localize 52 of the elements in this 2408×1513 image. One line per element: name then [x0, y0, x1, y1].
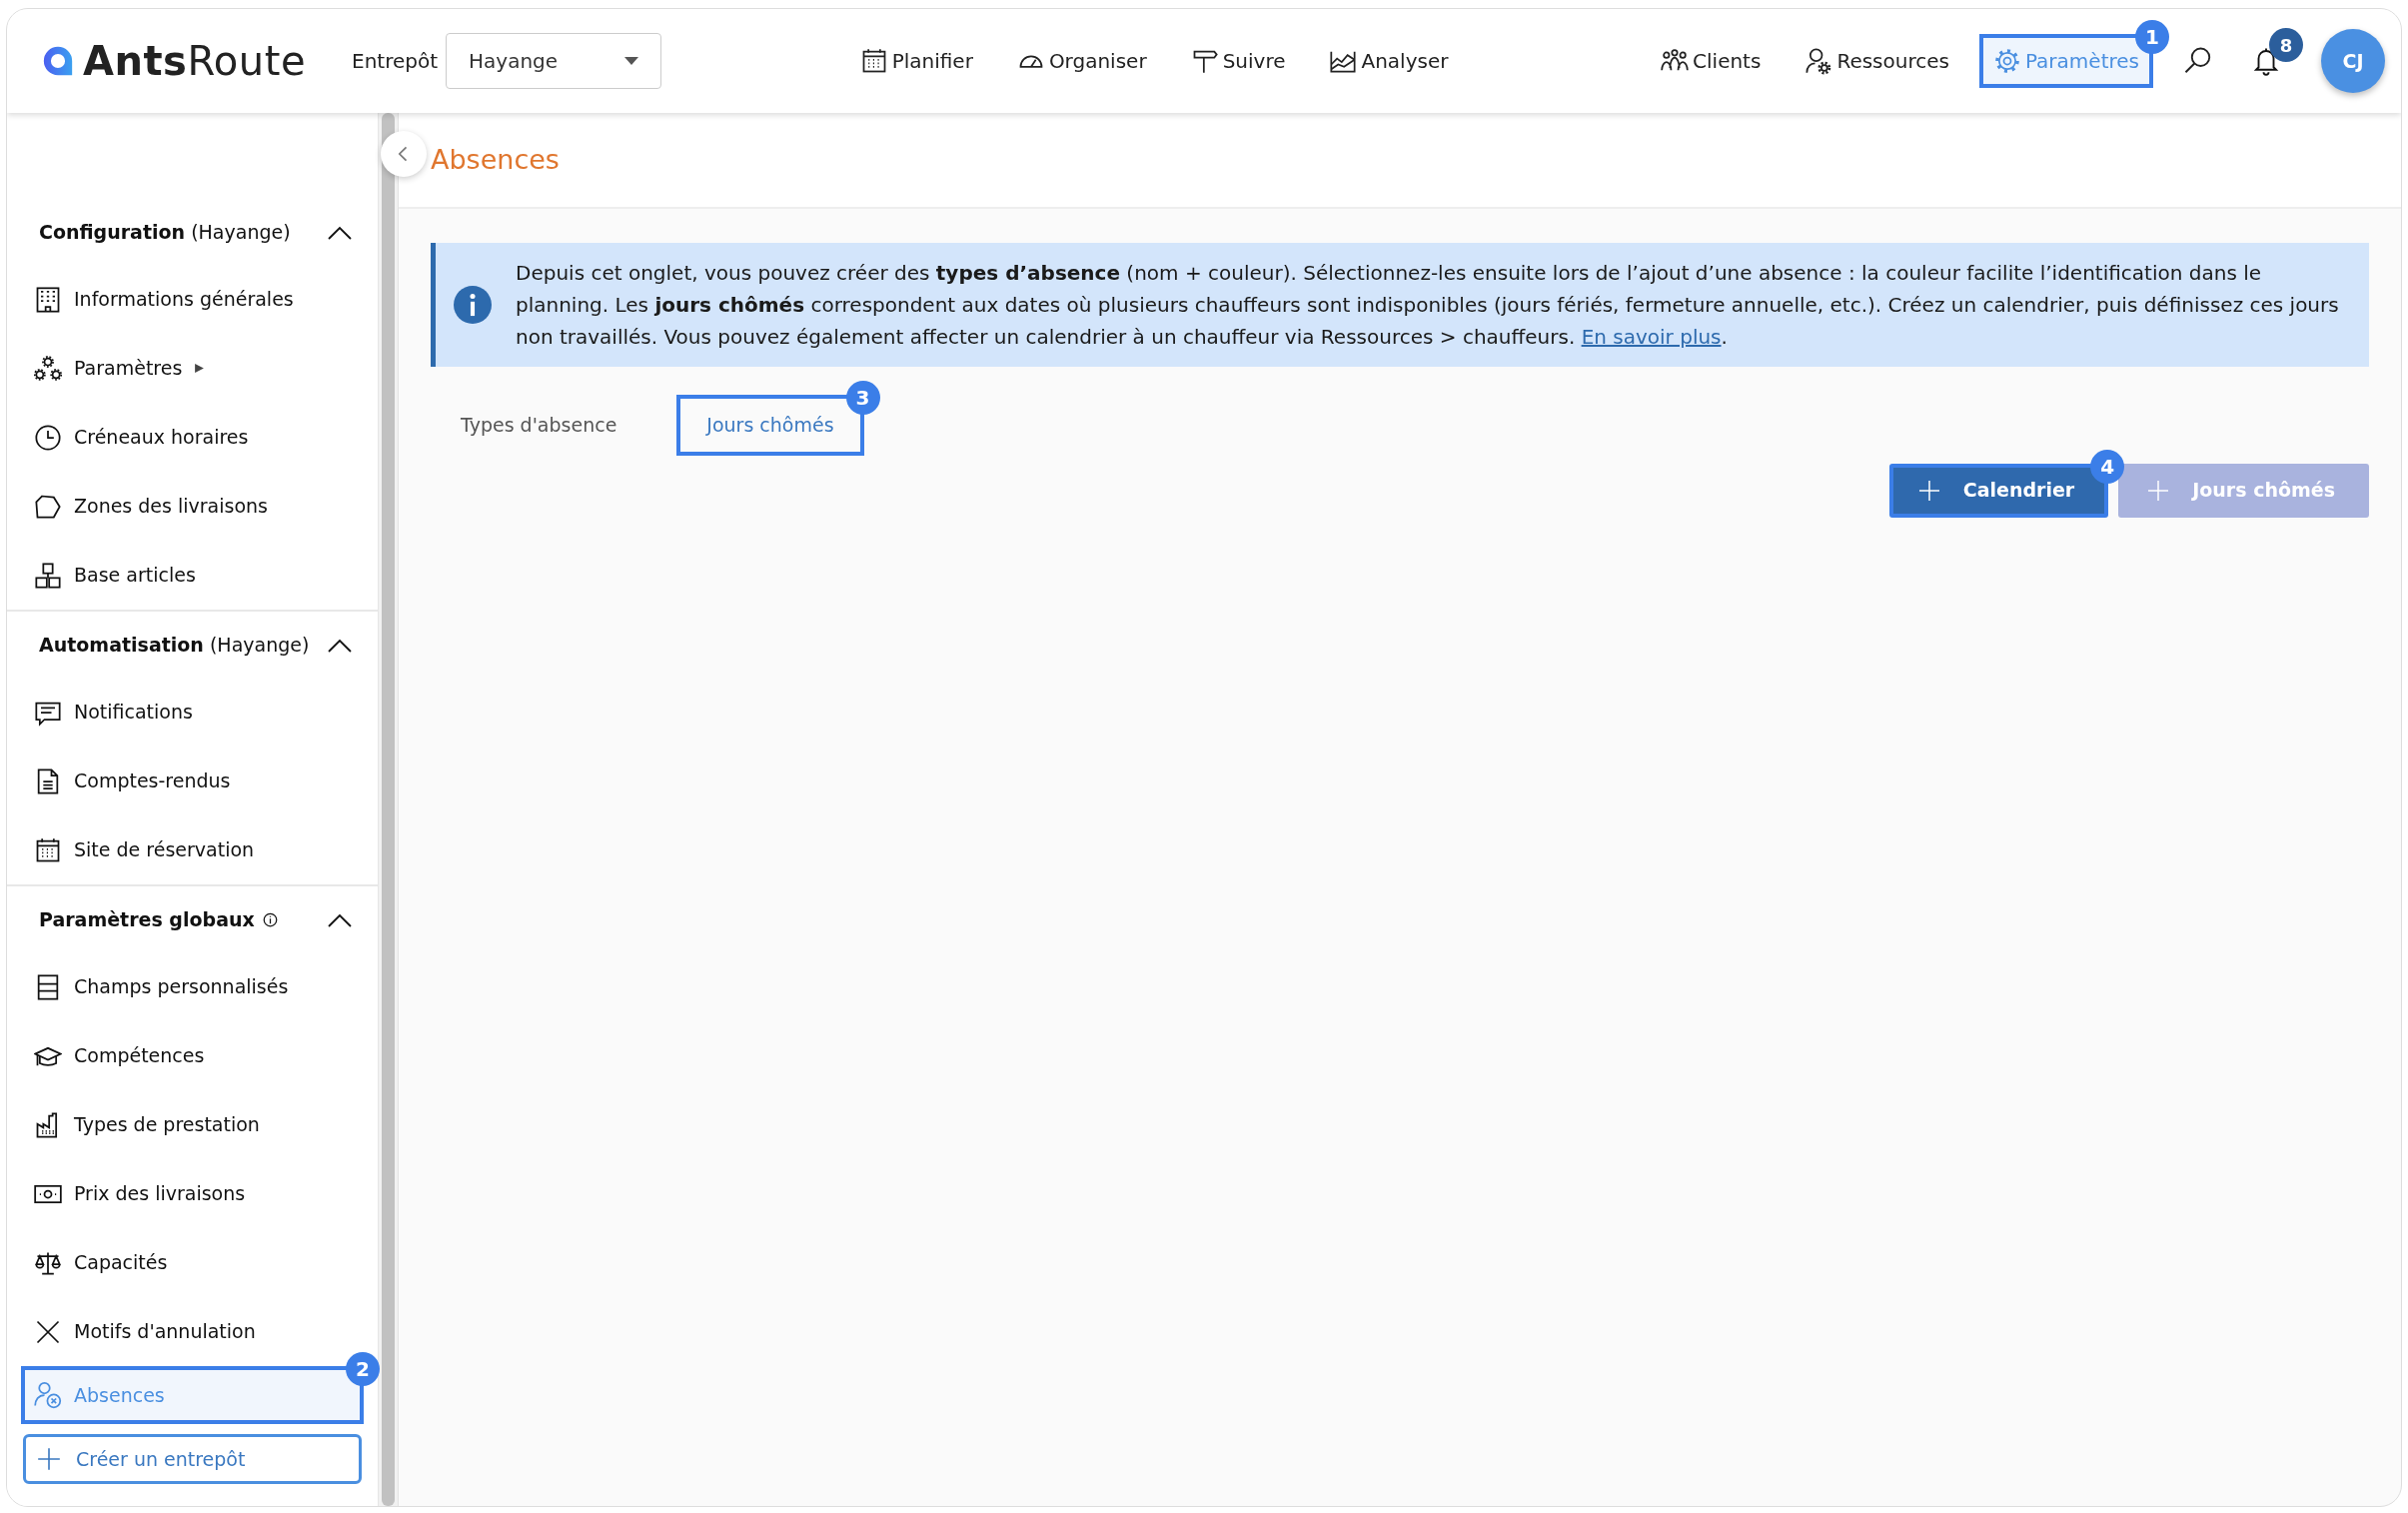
sidebar-item[interactable]: Créneaux horaires	[7, 403, 370, 472]
info-text: Depuis cet onglet, vous pouvez créer des types d’absence (nom + couleur). Sélectionnez-les ensuite lors de l’ajout d’une absence : la couleur facilite l’identification dans le planning. Les jours chômés correspondent aux dates où plusieurs chauffeurs sont indisponibles (jours fériés, fermeture annuelle, etc.). Créez un calendrier, puis définissez ces jours non travaillés. Vous pouvez également affecter un calendrier à un chauffeur via Ressources > chauffeurs. En savoir plus.	[516, 260, 2340, 351]
sidebar-item[interactable]: Comptes-rendus	[7, 747, 370, 815]
scrollbar[interactable]	[382, 113, 395, 1506]
step-badge: 4	[2090, 449, 2125, 484]
sidebar-item[interactable]: Capacités	[7, 1228, 370, 1297]
sidebar-item[interactable]: Types de prestation	[7, 1090, 370, 1159]
bell-icon	[2251, 46, 2281, 76]
sidebar-item[interactable]: Site de réservation	[7, 815, 370, 884]
sidebar-item[interactable]: Base articles	[7, 541, 370, 610]
sidebar-item[interactable]: Champs personnalisés	[7, 952, 370, 1021]
sidebar-item[interactable]: Prix des livraisons	[7, 1159, 370, 1228]
logo-text: AntsRoute	[83, 37, 306, 86]
nav-link[interactable]: Planifier	[845, 34, 987, 88]
calendar-icon	[34, 835, 62, 864]
boxes-icon	[34, 561, 62, 590]
section-title: Paramètres globaux	[39, 906, 255, 932]
section-title: Automatisation (Hayange)	[39, 632, 310, 658]
notification-count: 8	[2269, 28, 2303, 62]
plus-icon	[36, 1446, 62, 1472]
nav-link[interactable]: Clients	[1647, 34, 1776, 88]
sidebar-item[interactable]: Zones des livraisons	[7, 472, 370, 541]
page-title: Absences	[431, 143, 560, 177]
nav-link[interactable]: Ressources	[1791, 34, 1963, 88]
nav-link[interactable]: Suivre	[1176, 34, 1300, 88]
step-badge: 3	[845, 381, 880, 415]
step-badge: 1	[2135, 20, 2169, 54]
sidebar-item[interactable]: Compétences	[7, 1021, 370, 1090]
person-gear-icon	[1805, 47, 1833, 75]
learn-more-link[interactable]: En savoir plus	[1581, 325, 1722, 349]
info-icon	[454, 286, 492, 324]
sidebar-item[interactable]: Informations générales	[7, 265, 370, 334]
section-title: Configuration (Hayange)	[39, 219, 291, 245]
caret-icon	[624, 57, 638, 65]
person-cross-icon	[34, 1381, 62, 1409]
plus-icon	[1916, 478, 1941, 503]
plus-icon	[2146, 478, 2171, 503]
step-badge: 2	[346, 1352, 380, 1386]
search-icon	[2183, 46, 2213, 76]
nav-link[interactable]: Organiser	[1002, 34, 1161, 88]
warehouse-select[interactable]: Hayange	[446, 33, 661, 89]
building-icon	[34, 285, 62, 314]
create-warehouse-button[interactable]: Créer un entrepôt	[23, 1434, 362, 1484]
tab[interactable]: Types d'absence	[431, 395, 647, 456]
logo-icon	[41, 44, 75, 78]
gears-icon	[34, 354, 62, 383]
sidebar-item[interactable]: Paramètres	[7, 334, 370, 403]
clock-icon	[34, 423, 62, 452]
gear-icon	[1992, 47, 2021, 75]
nav-link[interactable]: Analyser	[1315, 34, 1463, 88]
sidebar-item[interactable]: Notifications	[7, 678, 370, 747]
warehouse-label: Entrepôt	[352, 48, 438, 75]
